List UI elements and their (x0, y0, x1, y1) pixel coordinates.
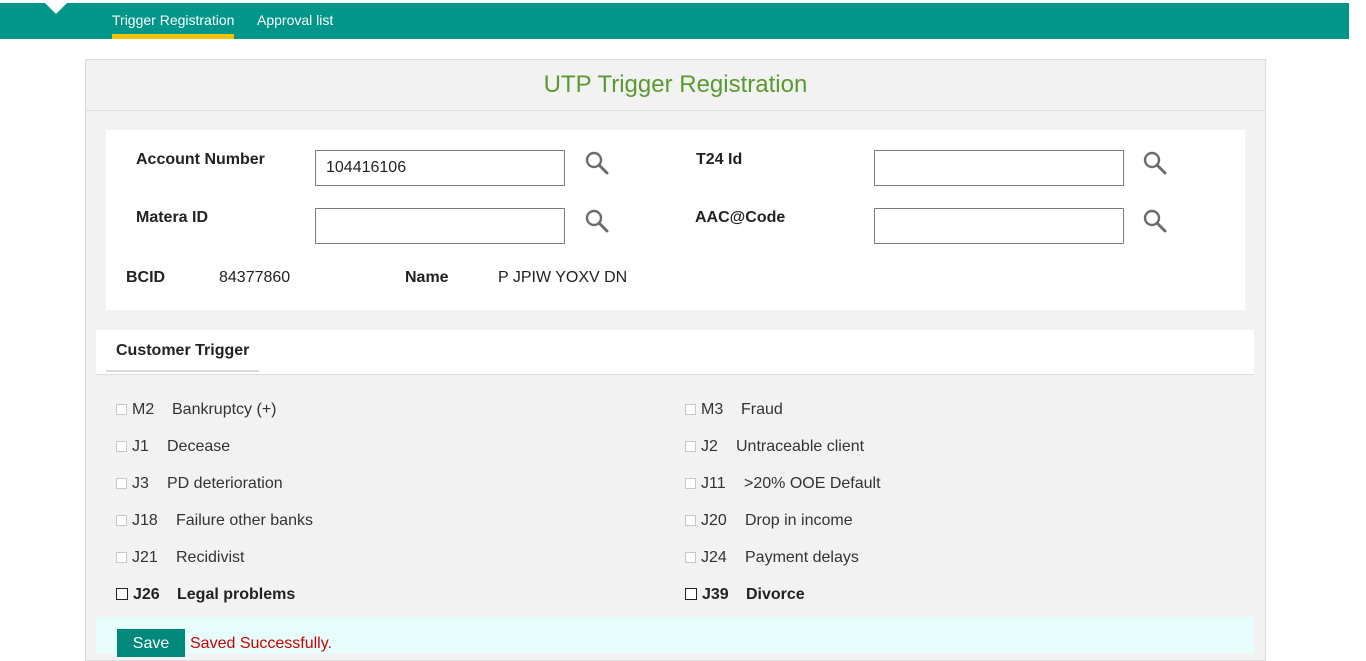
trigger-checkbox[interactable] (685, 588, 697, 600)
trigger-code: M2 (132, 401, 155, 418)
aac-code-label: AAC@Code (695, 209, 786, 226)
trigger-j2[interactable]: J2 Untraceable client (685, 437, 864, 457)
trigger-code: J11 (701, 475, 726, 492)
bcid-label: BCID (126, 269, 166, 286)
name-label: Name (405, 269, 449, 286)
trigger-name: Fraud (741, 401, 783, 418)
account-number-input[interactable] (315, 150, 565, 186)
trigger-name: Failure other banks (176, 512, 313, 529)
bcid-value: 84377860 (219, 269, 291, 286)
trigger-j11[interactable]: J11 >20% OOE Default (685, 474, 881, 494)
trigger-code: J3 (132, 475, 149, 492)
t24-id-input[interactable] (874, 150, 1124, 186)
trigger-j1[interactable]: J1 Decease (116, 437, 230, 457)
trigger-code: M3 (701, 401, 724, 418)
matera-id-label: Matera ID (136, 209, 209, 226)
trigger-checkbox[interactable] (685, 441, 696, 452)
trigger-j21[interactable]: J21 Recidivist (116, 548, 244, 568)
search-account-icon[interactable] (584, 150, 610, 176)
nav-notch-icon (45, 3, 67, 14)
trigger-m3[interactable]: M3 Fraud (685, 400, 783, 420)
trigger-code: J1 (132, 438, 149, 455)
customer-trigger-section: Customer Trigger M2 Bankruptcy (+) J1 Dece… (96, 330, 1254, 660)
status-message: Saved Successfully. (190, 635, 332, 652)
trigger-checkbox[interactable] (685, 478, 696, 489)
trigger-j39[interactable]: J39 Divorce (685, 585, 805, 605)
trigger-name: Divorce (746, 586, 805, 603)
trigger-checkbox[interactable] (116, 404, 127, 415)
page-title: UTP Trigger Registration (86, 60, 1265, 111)
name-value: P JPIW YOXV DN (498, 269, 628, 286)
trigger-code: J24 (701, 549, 727, 566)
trigger-code: J18 (132, 512, 158, 529)
trigger-checkbox[interactable] (685, 515, 696, 526)
trigger-name: >20% OOE Default (744, 475, 881, 492)
trigger-code: J2 (701, 438, 718, 455)
trigger-j20[interactable]: J20 Drop in income (685, 511, 853, 531)
trigger-j24[interactable]: J24 Payment delays (685, 548, 859, 568)
trigger-checkbox[interactable] (116, 441, 127, 452)
trigger-name: Drop in income (745, 512, 853, 529)
trigger-checkbox[interactable] (685, 552, 696, 563)
registration-panel: UTP Trigger Registration Account Number … (85, 59, 1266, 661)
trigger-name: Decease (167, 438, 231, 455)
trigger-name: Untraceable client (736, 438, 865, 455)
trigger-name: Recidivist (176, 549, 245, 566)
trigger-m2[interactable]: M2 Bankruptcy (+) (116, 400, 276, 420)
save-bar: Save Saved Successfully. (96, 617, 1254, 657)
tab-customer-trigger[interactable]: Customer Trigger (106, 330, 259, 372)
trigger-j3[interactable]: J3 PD deterioration (116, 474, 283, 494)
trigger-name: Payment delays (745, 549, 859, 566)
tab-approval-list[interactable]: Approval list (257, 3, 333, 39)
trigger-code: J21 (132, 549, 158, 566)
trigger-name: Legal problems (177, 586, 296, 603)
trigger-checkbox[interactable] (116, 478, 127, 489)
search-matera-icon[interactable] (584, 208, 610, 234)
trigger-checkbox[interactable] (685, 404, 696, 415)
trigger-code: J26 (133, 586, 160, 603)
trigger-code: J39 (702, 586, 729, 603)
trigger-code: J20 (701, 512, 727, 529)
search-aac-icon[interactable] (1142, 208, 1168, 234)
matera-id-input[interactable] (315, 208, 565, 244)
trigger-j18[interactable]: J18 Failure other banks (116, 511, 313, 531)
account-number-label: Account Number (136, 151, 265, 168)
account-search-form: Account Number T24 Id Matera ID AAC@Code… (106, 130, 1245, 310)
trigger-checkbox[interactable] (116, 552, 127, 563)
page-scrollbar[interactable] (1349, 0, 1366, 654)
save-button[interactable]: Save (117, 629, 185, 657)
tab-trigger-registration[interactable]: Trigger Registration (112, 3, 235, 39)
aac-code-input[interactable] (874, 208, 1124, 244)
trigger-checkbox[interactable] (116, 588, 128, 600)
search-t24-icon[interactable] (1142, 150, 1168, 176)
trigger-name: PD deterioration (167, 475, 283, 492)
t24-id-label: T24 Id (696, 151, 743, 168)
trigger-checkbox[interactable] (116, 515, 127, 526)
trigger-tab-bar: Customer Trigger (96, 330, 1254, 375)
trigger-j26[interactable]: J26 Legal problems (116, 585, 295, 605)
top-nav-bar: Trigger Registration Approval list (0, 3, 1349, 39)
trigger-name: Bankruptcy (+) (172, 401, 277, 418)
